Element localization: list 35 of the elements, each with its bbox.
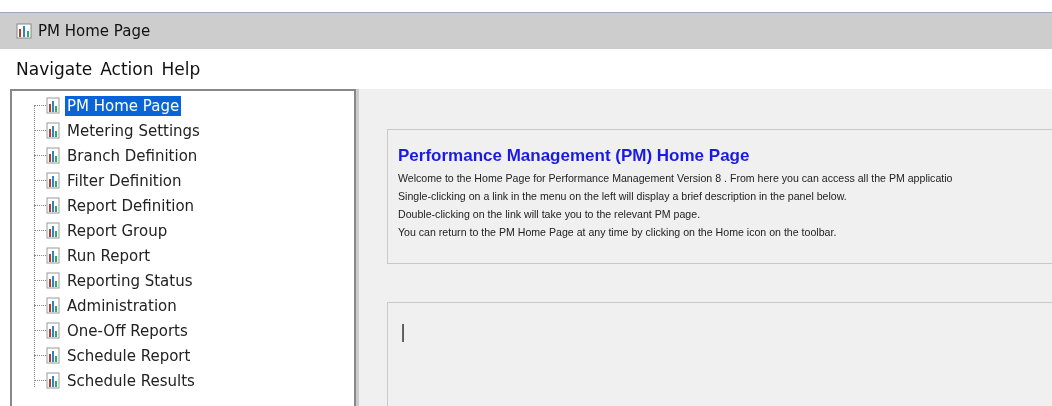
bar-chart-icon bbox=[46, 196, 62, 215]
menu-item[interactable]: Help bbox=[161, 59, 201, 79]
bar-chart-icon bbox=[46, 146, 62, 165]
bar-chart-icon bbox=[46, 96, 62, 115]
tree-item[interactable]: Administration bbox=[65, 295, 179, 316]
tree-item[interactable]: Run Report bbox=[65, 245, 153, 266]
bar-chart-icon bbox=[46, 121, 62, 140]
bar-chart-icon bbox=[46, 221, 62, 240]
welcome-text: Welcome to the Home Page for Performance Management Version 8 . From here you can access all the PM applicatio bbox=[398, 171, 954, 186]
welcome-text: You can return to the PM Home Page at any time by clicking on the Home icon on the toolbar. bbox=[398, 225, 838, 240]
bar-chart-icon bbox=[46, 296, 62, 315]
welcome-text: Single-clicking on a link in the menu on the left will display a brief description in the panel below. bbox=[398, 189, 848, 204]
tree-item[interactable]: Filter Definition bbox=[65, 170, 184, 191]
tree-item[interactable]: Schedule Results bbox=[65, 370, 197, 391]
bar-chart-icon bbox=[16, 23, 32, 39]
bar-chart-icon bbox=[46, 371, 62, 390]
welcome-text: Double-clicking on the link will take you to the relevant PM page. bbox=[398, 207, 702, 222]
tree-item[interactable]: PM Home Page bbox=[65, 95, 182, 116]
bar-chart-icon bbox=[46, 346, 62, 365]
window-title: PM Home Page bbox=[38, 22, 151, 40]
bar-chart-icon bbox=[46, 271, 62, 290]
bar-chart-icon bbox=[46, 246, 62, 265]
tree-item[interactable]: Reporting Status bbox=[65, 270, 195, 291]
menu-item[interactable]: Action bbox=[100, 59, 154, 79]
tree-item[interactable]: Metering Settings bbox=[65, 120, 202, 141]
tree-item[interactable]: Branch Definition bbox=[65, 145, 200, 166]
tree-item[interactable]: Report Definition bbox=[65, 195, 197, 216]
text-cursor: | bbox=[400, 321, 407, 342]
menu-item[interactable]: Navigate bbox=[16, 59, 93, 79]
bar-chart-icon bbox=[46, 171, 62, 190]
welcome-heading: Performance Management (PM) Home Page bbox=[398, 146, 751, 166]
tree-item[interactable]: Report Group bbox=[65, 220, 170, 241]
bar-chart-icon bbox=[46, 321, 62, 340]
tree-item[interactable]: Schedule Report bbox=[65, 345, 193, 366]
tree-item[interactable]: One-Off Reports bbox=[65, 320, 190, 341]
